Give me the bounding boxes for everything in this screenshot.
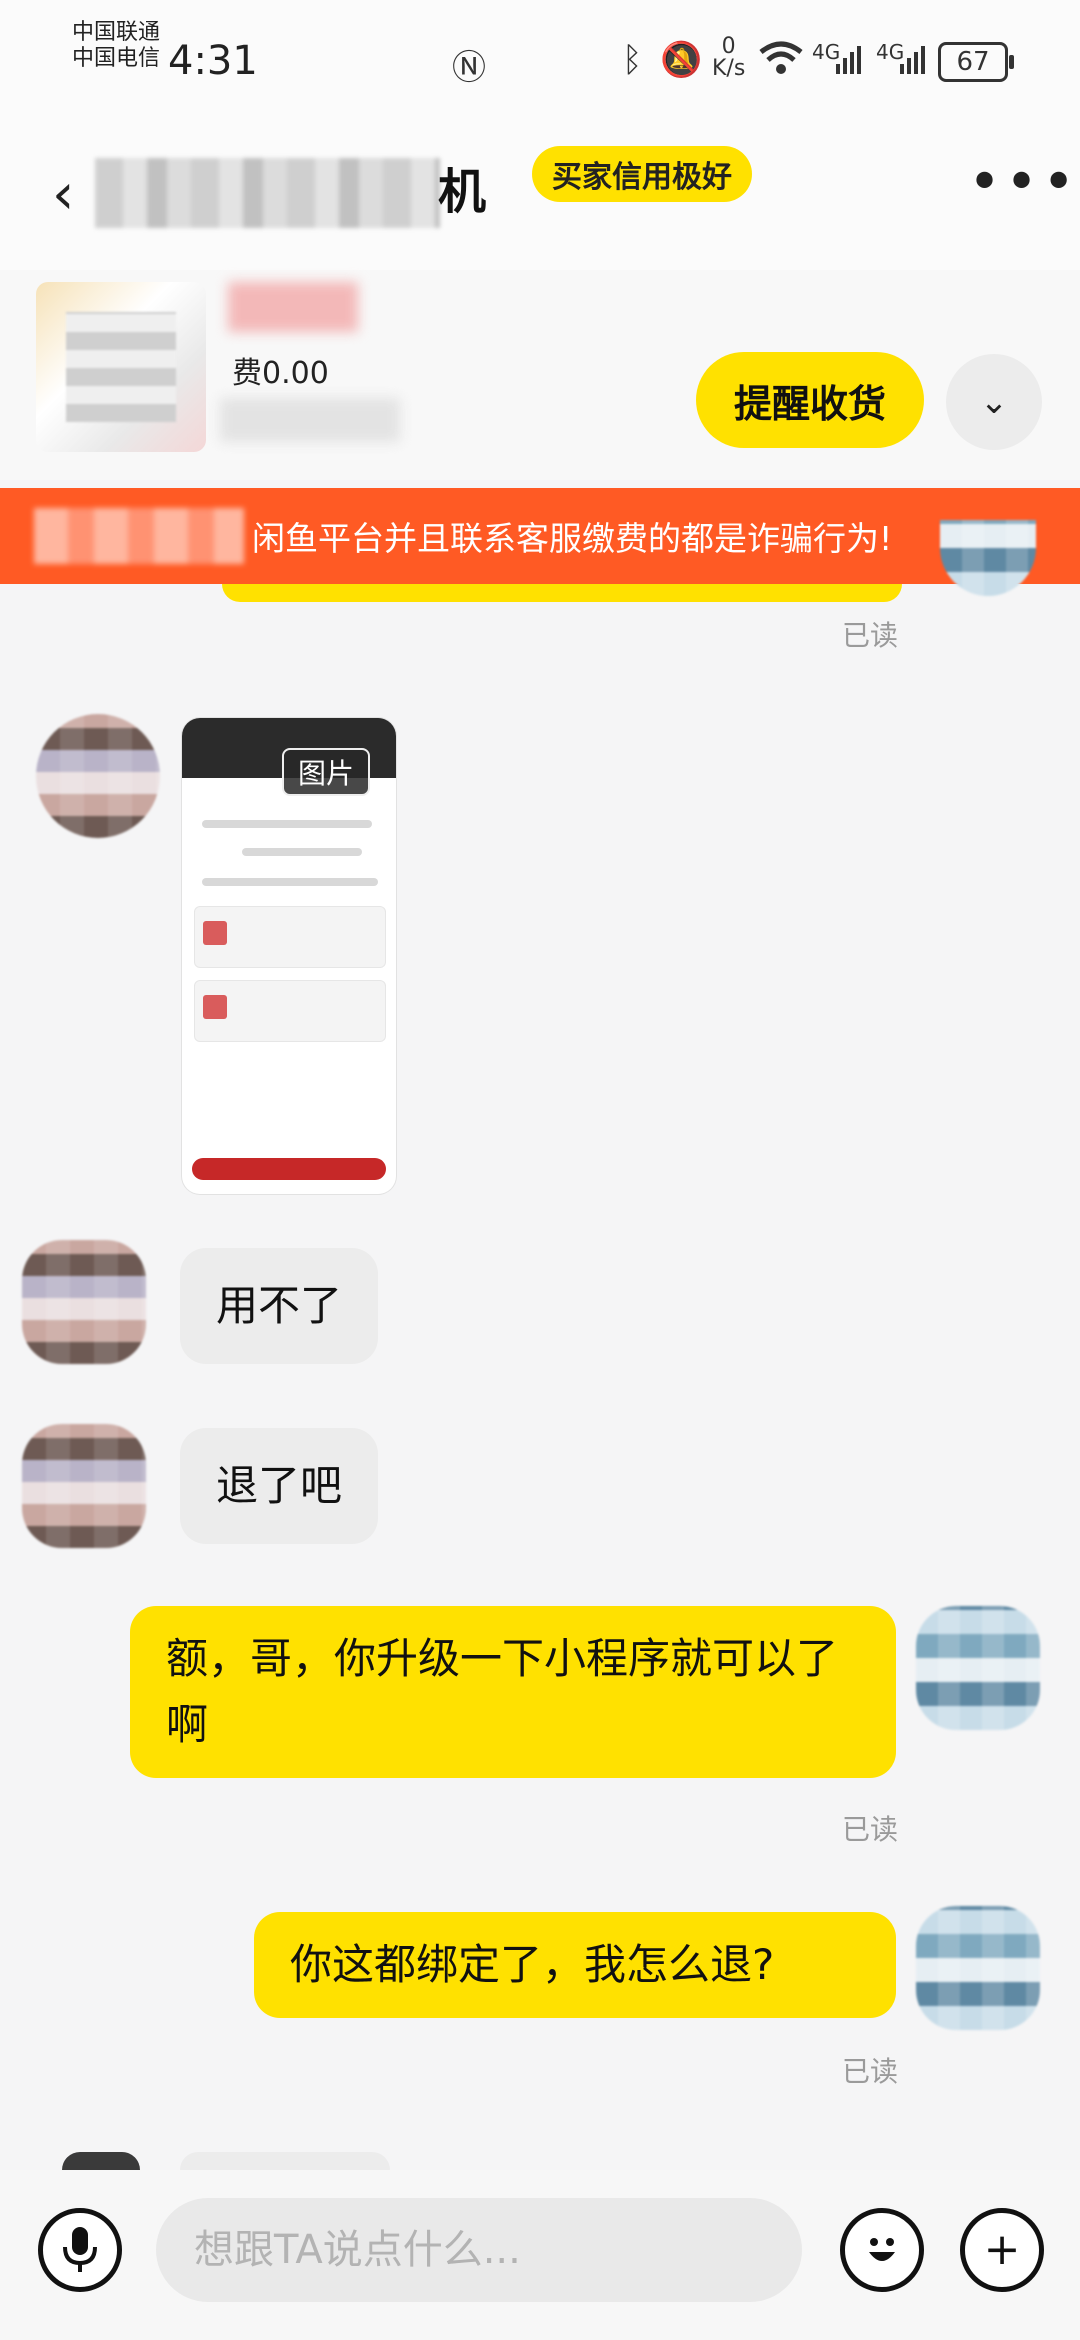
image-label: 图片 bbox=[282, 748, 371, 796]
image-preview-line bbox=[202, 820, 372, 828]
blurred-price bbox=[228, 282, 358, 332]
bluetooth-icon: ᛒ bbox=[622, 40, 643, 80]
message-bubble-partial[interactable] bbox=[222, 584, 902, 602]
avatar-self[interactable] bbox=[940, 520, 1036, 596]
fraud-warning-banner[interactable]: 闲鱼平台并且联系客服缴费的都是诈骗行为! bbox=[0, 488, 1080, 584]
carrier-label-1: 中国联通 bbox=[72, 20, 161, 45]
message-bubble[interactable]: 你这都绑定了，我怎么退? bbox=[254, 1912, 896, 2018]
avatar-other[interactable] bbox=[22, 1240, 146, 1364]
shipping-fee: 费0.00 bbox=[232, 356, 329, 391]
product-thumbnail[interactable] bbox=[36, 282, 206, 452]
avatar-self[interactable] bbox=[916, 1606, 1040, 1730]
more-icon: ••• bbox=[968, 150, 1080, 215]
avatar-self[interactable] bbox=[916, 1906, 1040, 2030]
message-bubble-partial[interactable] bbox=[180, 2152, 390, 2170]
emoji-button[interactable] bbox=[840, 2208, 924, 2292]
plus-icon: + bbox=[983, 2224, 1021, 2275]
image-preview-button bbox=[192, 1158, 386, 1180]
chevron-left-icon: ‹ bbox=[52, 162, 75, 227]
avatar-other[interactable] bbox=[36, 714, 160, 838]
carrier-label-2: 中国电信 bbox=[72, 46, 161, 71]
read-status: 已读 bbox=[842, 619, 899, 652]
nfc-icon: Ⓝ bbox=[452, 48, 486, 88]
avatar-other[interactable] bbox=[22, 1424, 146, 1548]
chat-header: ‹ 机 买家信用极好 ••• bbox=[0, 120, 1080, 270]
back-button[interactable]: ‹ bbox=[52, 162, 74, 227]
net-speed: 0 K/s bbox=[712, 34, 746, 81]
more-button[interactable]: ••• bbox=[968, 150, 1079, 215]
read-status: 已读 bbox=[842, 2055, 899, 2088]
clock: 4:31 bbox=[168, 38, 258, 84]
blurred-warning-prefix bbox=[34, 508, 244, 564]
message-input[interactable] bbox=[156, 2198, 802, 2302]
status-bar: 中国联通 中国电信 4:31 Ⓝ ᛒ 🔕 0 K/s 4G 4G 67 bbox=[0, 0, 1080, 120]
remind-receipt-button[interactable]: 提醒收货 bbox=[696, 352, 924, 448]
chevron-down-icon: ⌄ bbox=[979, 382, 1009, 422]
emoji-icon bbox=[869, 2238, 895, 2261]
image-preview-line bbox=[202, 878, 378, 886]
order-card[interactable]: 费0.00 提醒收货 ⌄ bbox=[0, 270, 1080, 480]
voice-button[interactable] bbox=[38, 2208, 122, 2292]
warning-text: 闲鱼平台并且联系客服缴费的都是诈骗行为! bbox=[252, 519, 893, 558]
image-preview-row bbox=[194, 906, 386, 968]
signal-icon-2 bbox=[900, 44, 928, 78]
message-bubble[interactable]: 额，哥，你升级一下小程序就可以了啊 bbox=[130, 1606, 896, 1778]
mute-icon: 🔕 bbox=[660, 40, 703, 80]
blurred-username bbox=[95, 158, 440, 228]
credit-badge: 买家信用极好 bbox=[532, 146, 752, 202]
input-bar: + bbox=[0, 2170, 1080, 2340]
read-status: 已读 bbox=[842, 1813, 899, 1846]
message-bubble[interactable]: 退了吧 bbox=[180, 1428, 379, 1544]
add-button[interactable]: + bbox=[960, 2208, 1044, 2292]
avatar-other-partial[interactable] bbox=[62, 2152, 140, 2170]
signal-icon-1 bbox=[836, 44, 864, 78]
image-message[interactable]: 图片 bbox=[182, 718, 396, 1194]
image-preview-line bbox=[242, 848, 362, 856]
expand-order-button[interactable]: ⌄ bbox=[946, 354, 1042, 450]
message-bubble[interactable]: 用不了 bbox=[180, 1248, 379, 1364]
blurred-trade-info bbox=[220, 398, 400, 442]
microphone-icon bbox=[63, 2227, 97, 2272]
wifi-icon bbox=[758, 40, 804, 85]
chat-title: 机 bbox=[438, 164, 487, 220]
image-preview-row bbox=[194, 980, 386, 1042]
battery-indicator: 67 bbox=[938, 42, 1014, 82]
